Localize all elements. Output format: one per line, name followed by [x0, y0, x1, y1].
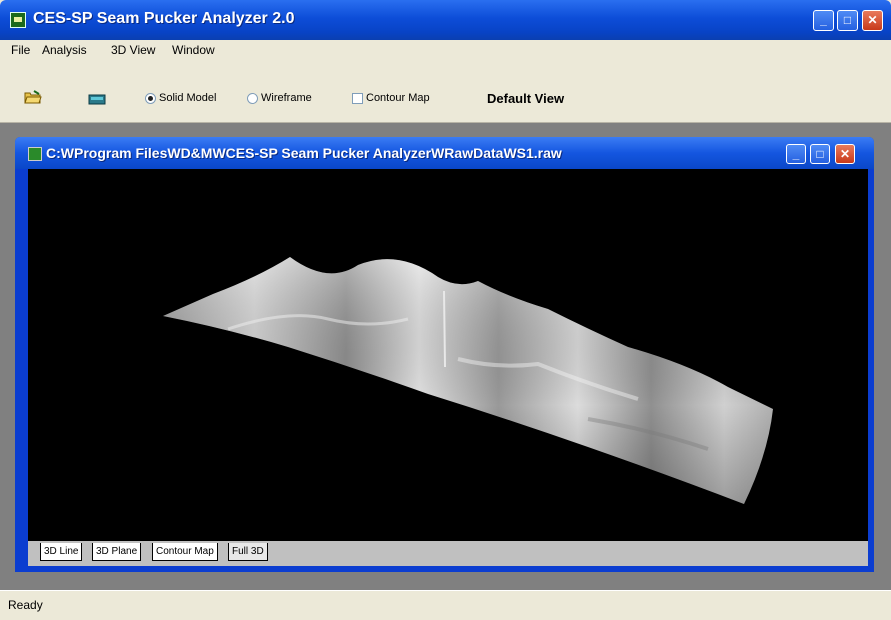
- close-icon: ✕: [839, 147, 851, 161]
- close-icon: ✕: [867, 13, 878, 27]
- seam-surface-render: [163, 257, 773, 504]
- scanner-icon[interactable]: [88, 92, 106, 106]
- spike-marker: [443, 290, 446, 368]
- document-title-bar[interactable]: C:WProgram FilesWD&MWCES-SP Seam Pucker …: [15, 137, 874, 169]
- mdi-client-area: C:WProgram FilesWD&MWCES-SP Seam Pucker …: [0, 123, 891, 590]
- app-icon: [10, 12, 26, 28]
- wireframe-radio[interactable]: [247, 93, 258, 104]
- 3d-viewport[interactable]: [28, 169, 868, 541]
- surface-shading: [163, 257, 773, 504]
- title-bar[interactable]: CES-SP Seam Pucker Analyzer 2.0 _ □ ✕: [0, 0, 891, 40]
- maximize-icon: □: [843, 13, 852, 27]
- menu-file[interactable]: File: [11, 43, 30, 57]
- application-window: CES-SP Seam Pucker Analyzer 2.0 _ □ ✕ Fi…: [0, 0, 891, 620]
- doc-maximize-button[interactable]: □: [810, 144, 830, 164]
- solid-model-label: Solid Model: [159, 92, 217, 104]
- doc-close-button[interactable]: ✕: [835, 144, 855, 164]
- maximize-button[interactable]: □: [837, 10, 858, 31]
- view-tabs: 3D Line 3D Plane Contour Map Full 3D: [28, 541, 868, 566]
- doc-minimize-button[interactable]: _: [786, 144, 806, 164]
- tab-contour-map[interactable]: Contour Map: [152, 543, 218, 561]
- tab-full-3d[interactable]: Full 3D: [228, 543, 268, 561]
- open-folder-icon[interactable]: [24, 90, 42, 104]
- document-title: C:WProgram FilesWD&MWCES-SP Seam Pucker …: [46, 145, 562, 161]
- app-title: CES-SP Seam Pucker Analyzer 2.0: [33, 10, 295, 27]
- status-bar: Ready: [0, 590, 891, 620]
- menu-3d-view[interactable]: 3D View: [111, 43, 155, 57]
- contour-map-label: Contour Map: [366, 92, 430, 104]
- menu-window[interactable]: Window: [172, 43, 215, 57]
- tab-3d-plane[interactable]: 3D Plane: [92, 543, 142, 561]
- close-button[interactable]: ✕: [862, 10, 883, 31]
- minimize-button[interactable]: _: [813, 10, 834, 31]
- toolbar: Solid Model Wireframe Contour Map Defaul…: [0, 62, 891, 123]
- document-window: C:WProgram FilesWD&MWCES-SP Seam Pucker …: [15, 137, 874, 572]
- minimize-icon: _: [820, 13, 827, 27]
- contour-map-checkbox[interactable]: [352, 93, 363, 104]
- menu-bar: File Analysis 3D View Window: [0, 40, 891, 62]
- tab-3d-line[interactable]: 3D Line: [40, 543, 83, 561]
- status-text: Ready: [8, 598, 43, 612]
- document-icon: [28, 147, 42, 161]
- minimize-icon: _: [792, 147, 800, 161]
- solid-model-radio[interactable]: [145, 93, 156, 104]
- default-view-button[interactable]: Default View: [487, 91, 564, 106]
- menu-analysis[interactable]: Analysis: [42, 43, 87, 57]
- wireframe-label: Wireframe: [261, 92, 312, 104]
- maximize-icon: □: [816, 147, 824, 161]
